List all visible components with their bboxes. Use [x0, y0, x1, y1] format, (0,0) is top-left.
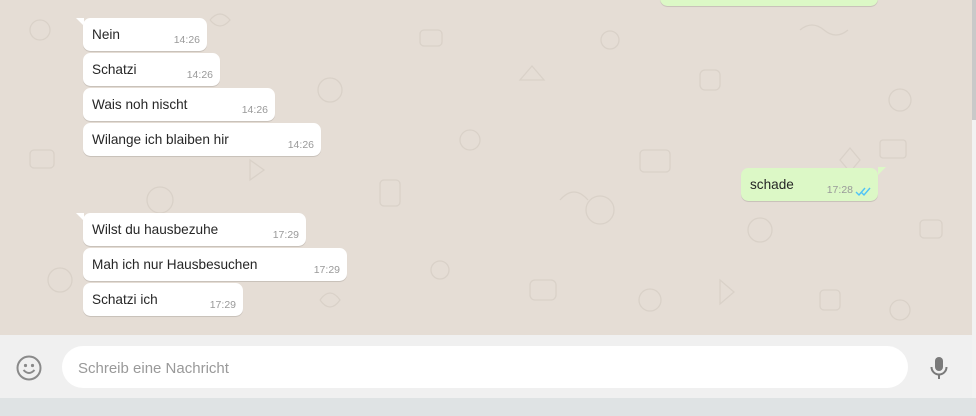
message-incoming[interactable]: Schatzi 14:26 — [83, 53, 220, 86]
message-incoming[interactable]: Wilst du hausbezuhe 17:29 — [83, 213, 306, 246]
message-time: 17:29 — [209, 299, 236, 311]
message-input-container[interactable] — [62, 346, 908, 390]
message-incoming[interactable]: Mah ich nur Hausbesuchen 17:29 — [83, 248, 347, 281]
message-time: 14:26 — [241, 104, 268, 116]
message-text: Schatzi — [92, 62, 137, 77]
message-text: Schatzi ich — [92, 292, 158, 307]
message-incoming[interactable]: Wais noh nischt 14:26 — [83, 88, 275, 121]
message-incoming[interactable]: Nein 14:26 — [83, 18, 207, 51]
message-text: Wilst du hausbezuhe — [92, 222, 219, 237]
read-double-check-icon — [855, 187, 871, 197]
message-text: Wais noh nischt — [92, 97, 188, 112]
message-text: Nein — [92, 27, 120, 42]
message-incoming[interactable]: Wilange ich blaiben hir 14:26 — [83, 123, 321, 156]
outgoing-tail — [878, 167, 886, 175]
message-time: 14:26 — [186, 69, 213, 81]
message-composer — [0, 335, 972, 398]
message-input[interactable] — [76, 346, 900, 390]
message-outgoing-partial — [660, 0, 878, 6]
message-list[interactable]: Nein 14:26 Schatzi 14:26 Wais noh nischt… — [0, 0, 972, 335]
message-text: Mah ich nur Hausbesuchen — [92, 257, 258, 272]
message-outgoing[interactable]: schade 17:28 — [741, 168, 878, 201]
scrollbar-thumb[interactable] — [972, 0, 976, 120]
message-time: 14:26 — [173, 34, 200, 46]
chat-window: Nein 14:26 Schatzi 14:26 Wais noh nischt… — [0, 0, 972, 398]
message-incoming[interactable]: Schatzi ich 17:29 — [83, 283, 243, 316]
message-time: 17:29 — [313, 264, 340, 276]
message-text: schade — [750, 177, 794, 192]
microphone-icon[interactable] — [928, 355, 950, 381]
message-text: Wilange ich blaiben hir — [92, 132, 229, 147]
scrollbar[interactable] — [972, 0, 976, 398]
message-time: 17:29 — [272, 229, 299, 241]
message-time: 14:26 — [287, 139, 314, 151]
emoji-icon[interactable] — [15, 354, 43, 382]
message-time: 17:28 — [826, 184, 853, 196]
